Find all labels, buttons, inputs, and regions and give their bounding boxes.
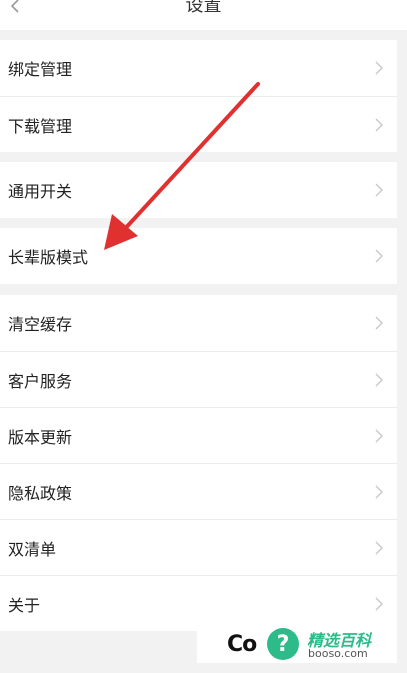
settings-item-label: 隐私政策 [8,483,73,503]
settings-item-label: 关于 [8,595,41,615]
settings-item-label: 版本更新 [8,427,73,447]
chevron-right-icon [375,183,383,197]
settings-item-label: 绑定管理 [8,60,73,79]
chevron-right-icon [375,485,383,499]
settings-item-bind-management[interactable]: 绑定管理 [0,40,397,96]
top-bar: 设置 [0,0,407,30]
settings-item-privacy-policy[interactable]: 隐私政策 [0,463,397,519]
settings-group-accounts: 绑定管理 下载管理 [0,40,397,152]
settings-group-elder-mode: 长辈版模式 [0,228,397,284]
settings-item-general-switches[interactable]: 通用开关 [0,162,397,218]
chevron-right-icon [375,61,383,75]
chevron-right-icon [375,118,383,132]
settings-item-version-update[interactable]: 版本更新 [0,407,397,463]
chevron-right-icon [375,316,383,330]
settings-item-label: 清空缓存 [8,315,73,334]
chevron-right-icon [375,597,383,611]
settings-item-download-management[interactable]: 下载管理 [0,96,397,152]
chevron-right-icon [375,429,383,443]
chevron-right-icon [375,541,383,555]
settings-item-label: 长辈版模式 [8,248,89,267]
settings-item-elder-mode[interactable]: 长辈版模式 [0,228,397,284]
settings-item-about[interactable]: 关于 [0,575,397,631]
settings-item-dual-list[interactable]: 双清单 [0,519,397,575]
watermark-site: booso.com [308,647,368,660]
settings-item-label: 双清单 [8,539,57,559]
settings-item-customer-service[interactable]: 客户服务 [0,351,397,407]
settings-group-general: 通用开关 [0,162,397,218]
settings-item-label: 通用开关 [8,182,73,201]
watermark: Co ? 精选百科 booso.com [197,625,397,663]
settings-item-label: 客户服务 [8,371,73,391]
watermark-text: Co [227,631,257,657]
settings-group-misc: 清空缓存 客户服务 版本更新 隐私政策 双清单 关于 [0,295,397,631]
settings-item-label: 下载管理 [8,116,73,136]
question-mark-icon: ? [267,628,299,660]
page-title: 设置 [185,0,222,16]
settings-item-clear-cache[interactable]: 清空缓存 [0,295,397,351]
chevron-right-icon [375,249,383,263]
chevron-right-icon [375,373,383,387]
